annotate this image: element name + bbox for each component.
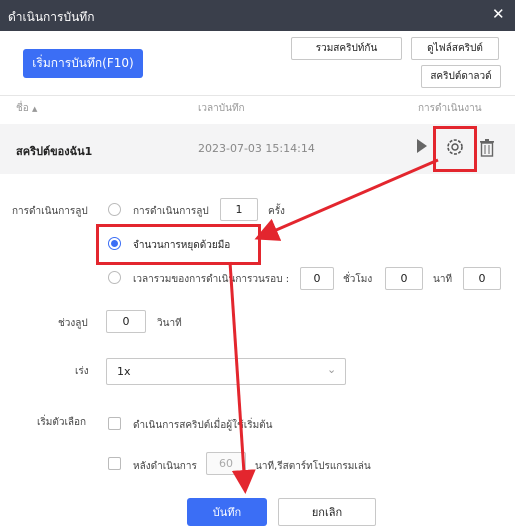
chevron-down-icon: ⌄	[327, 363, 337, 376]
script-time: 2023-07-03 15:14:14	[198, 142, 315, 155]
after-run-minutes-input[interactable]: 60	[206, 452, 246, 475]
total-time-label: เวลารวมของการดำเนินการวนรอบ :	[133, 274, 290, 285]
speed-value: 1x	[117, 365, 131, 378]
loop-count-radio[interactable]	[108, 203, 121, 216]
start-options-label: เริ่มตัวเลือก	[37, 417, 87, 428]
start-recording-button[interactable]: เริ่มการบันทึก(F10)	[23, 49, 143, 78]
column-header-time: เวลาบันทึก	[198, 103, 245, 114]
speed-select[interactable]: 1x ⌄	[106, 358, 346, 385]
after-run-label: หลังดำเนินการ	[133, 461, 197, 472]
start-script-checkbox[interactable]	[108, 417, 121, 430]
speed-label: เร่ง	[75, 366, 89, 377]
start-script-label: ดำเนินการสคริปต์เมื่อผู้ใช้เริ่มต้น	[133, 420, 273, 431]
window-title: ดำเนินการบันทึก	[8, 10, 95, 24]
minutes-input[interactable]: 0	[385, 267, 423, 290]
cancel-button[interactable]: ยกเลิก	[278, 498, 376, 526]
interval-label: ช่วงลูป	[58, 318, 88, 329]
loop-count-unit: ครั้ง	[268, 206, 285, 217]
loop-count-input[interactable]: 1	[220, 198, 258, 221]
trash-icon[interactable]	[479, 139, 495, 157]
loop-count-label: การดำเนินการลูป	[133, 206, 209, 217]
manual-stop-radio[interactable]	[108, 237, 121, 250]
total-time-radio[interactable]	[108, 271, 121, 284]
merge-scripts-button[interactable]: รวมสคริปท์กัน	[291, 37, 402, 60]
download-script-button[interactable]: สคริปต์ดาลวด์	[421, 65, 501, 88]
after-run-checkbox[interactable]	[108, 457, 121, 470]
interval-input[interactable]: 0	[106, 310, 146, 333]
hours-unit: ชั่วโมง	[343, 274, 373, 285]
view-script-file-button[interactable]: ดูไฟล์สคริปต์	[411, 37, 499, 60]
column-header-name[interactable]: ชื่อ ▲	[16, 101, 37, 116]
close-icon[interactable]: ✕	[492, 5, 505, 23]
sort-up-icon: ▲	[31, 105, 38, 113]
gear-icon[interactable]	[444, 136, 466, 158]
minutes-unit: นาที	[433, 274, 453, 285]
seconds-input[interactable]: 0	[463, 267, 501, 290]
column-header-actions: การดำเนินงาน	[418, 103, 482, 114]
title-bar: ดำเนินการบันทึก ✕	[0, 0, 515, 31]
play-icon[interactable]	[417, 139, 427, 153]
after-run-unit: นาที,รีสตาร์ทโปรแกรมเล่น	[255, 461, 371, 472]
save-button[interactable]: บันทึก	[187, 498, 267, 526]
hours-input[interactable]: 0	[300, 267, 334, 290]
loop-label: การดำเนินการลูป	[12, 206, 88, 217]
divider	[0, 95, 515, 96]
interval-unit: วินาที	[157, 318, 182, 329]
manual-stop-label: จำนวนการหยุดด้วยมือ	[133, 240, 231, 251]
script-name: สคริปต์ของฉัน1	[16, 145, 93, 158]
